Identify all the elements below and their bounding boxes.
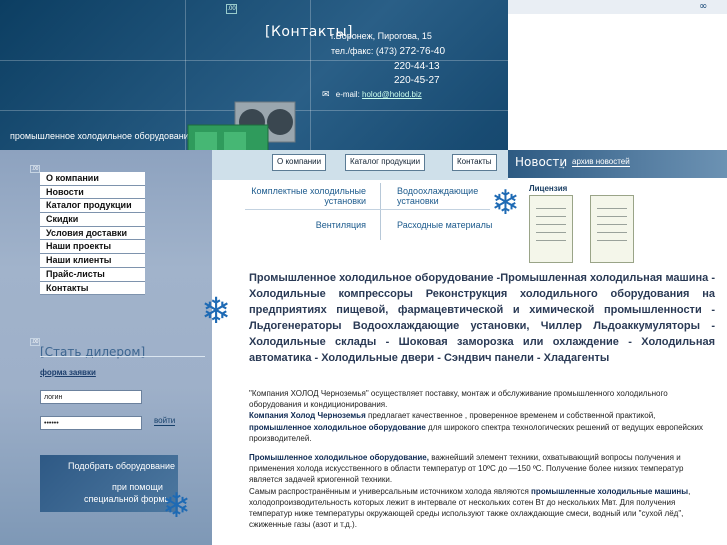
line (536, 224, 566, 225)
menu-item-about[interactable]: О компании (40, 172, 145, 186)
category-consumables[interactable]: Расходные материалы (397, 220, 497, 230)
dealer-form-link[interactable]: форма заявки (40, 368, 96, 377)
home-icon[interactable]: ∞ (699, 1, 707, 12)
corner-mark-icon: .00 (30, 338, 40, 346)
line (597, 224, 627, 225)
corner-mark-icon: .00 (30, 165, 40, 173)
nav-catalog[interactable]: Каталог продукции (345, 154, 426, 171)
line (536, 208, 566, 209)
body-paragraph: Промышленное холодильное оборудование, в… (249, 452, 715, 530)
email-link[interactable]: holod@holod.biz (362, 90, 422, 99)
nav-contacts[interactable]: Контакты (452, 154, 497, 171)
intro-paragraph: "Компания ХОЛОД Черноземья" осуществляет… (249, 388, 715, 444)
phone-1: 272-76-40 (399, 46, 446, 57)
nav-about[interactable]: О компании (272, 154, 327, 171)
intro-text-2: предлагает качественное , проверенное вр… (365, 411, 656, 421)
mail-icon: ✉ (322, 89, 330, 99)
menu-item-delivery[interactable]: Условия доставки (40, 226, 145, 241)
body-heading: Промышленное холодильное оборудование, (249, 453, 429, 462)
line (536, 240, 566, 241)
header-right-area (508, 0, 727, 150)
snowflake-icon: ❄ (162, 486, 191, 526)
menu-item-discounts[interactable]: Скидки (40, 213, 145, 227)
divider (245, 209, 490, 210)
menu-item-clients[interactable]: Наши клиенты (40, 254, 145, 268)
news-archive-link[interactable]: архив новостей (572, 157, 630, 167)
site-slogan: промышленное холодильное оборудование (10, 131, 194, 141)
menu-item-catalog[interactable]: Каталог продукции (40, 199, 145, 214)
equip-line-2: при помощи (112, 482, 163, 492)
equipment-selector-banner[interactable]: Подобрать оборудование при помощи специа… (40, 455, 178, 512)
main-menu: О компании Новости Каталог продукции Ски… (40, 172, 145, 296)
equip-line-1: Подобрать оборудование (68, 461, 176, 471)
login-input[interactable] (40, 390, 142, 404)
email-row: ✉ e-mail: holod@holod.biz (322, 89, 422, 100)
category-refrigeration-units[interactable]: Комплектные холодильные установки (248, 186, 366, 206)
license-image[interactable] (529, 195, 573, 263)
menu-item-pricelists[interactable]: Прайс-листы (40, 267, 145, 282)
category-water-cooling[interactable]: Водоохлаждающие установки (397, 186, 492, 206)
line (597, 232, 627, 233)
phone-3: 220-45-27 (394, 75, 440, 86)
line (597, 208, 627, 209)
line (597, 240, 627, 241)
phone-label-text: тел./факс: (473) (331, 46, 397, 56)
body-text-3: Самым распространённым и универсальным и… (249, 486, 532, 496)
intro-text: "Компания ХОЛОД Черноземья" осуществляет… (249, 389, 668, 410)
arrow-right-icon: → (557, 161, 566, 171)
grid-line (310, 0, 311, 150)
divider (40, 356, 205, 357)
equip-line-3: специальной формы (84, 494, 172, 504)
email-label: e-mail: (335, 90, 360, 99)
header-top-bar (508, 0, 727, 14)
snowflake-icon: ❄ (491, 183, 520, 223)
login-button[interactable]: войти (154, 416, 176, 426)
phone-label: тел./факс: (473) 272-76-40 (331, 46, 445, 57)
license-label: Лицензия (529, 184, 568, 193)
company-name: Компания Холод Черноземья (249, 411, 366, 421)
snowflake-icon: ❄ (201, 291, 232, 332)
license-image[interactable] (590, 195, 634, 263)
menu-item-contacts[interactable]: Контакты (40, 281, 145, 296)
phone-2: 220-44-13 (394, 61, 440, 72)
category-ventilation[interactable]: Вентиляция (270, 220, 366, 230)
menu-item-projects[interactable]: Наши проекты (40, 240, 145, 255)
menu-item-news[interactable]: Новости (40, 185, 145, 200)
line (536, 216, 566, 217)
divider (380, 183, 381, 240)
corner-mark-icon: .00 (226, 4, 237, 14)
industrial-equipment-link: промышленное холодильное оборудование (249, 422, 426, 432)
keywords-block: Промышленное холодильное оборудование -П… (249, 272, 715, 365)
line (597, 216, 627, 217)
password-input[interactable] (40, 416, 142, 430)
address: г.Воронеж, Пирогова, 15 (331, 31, 432, 41)
industrial-machines: промышленные холодильные машины (531, 486, 689, 496)
line (536, 232, 566, 233)
